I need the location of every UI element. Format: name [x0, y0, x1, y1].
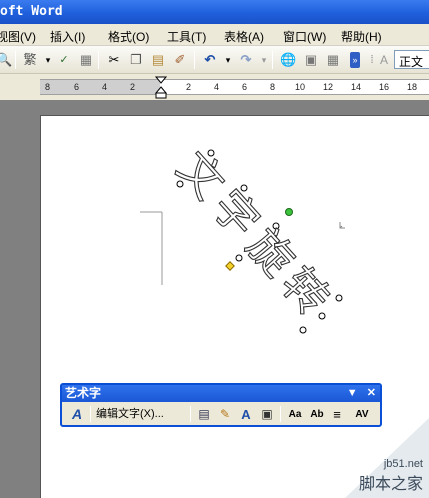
same-letter-heights-icon[interactable]: Aa	[286, 406, 304, 423]
menu-tools[interactable]: 工具(T)	[167, 28, 206, 45]
toolbar-separator	[90, 406, 91, 422]
wordart-toolbar: 艺术字 ▼ ✕ A 编辑文字(X)... ▤ ✎ A ▣ Aa Ab ≡ AV	[60, 383, 382, 427]
watermark: jb51.net 脚本之家	[359, 458, 423, 494]
close-icon[interactable]: ✕	[367, 387, 376, 399]
toolbar-separator	[280, 406, 281, 422]
paste-icon[interactable]: ▤	[150, 52, 166, 68]
paragraph-mark-icon	[339, 222, 345, 229]
ruler-number: 16	[379, 82, 390, 92]
wordart-text: 文字旋转	[167, 142, 344, 331]
horizontal-ruler: 8 6 4 2 2 4 6 8 10 12 14 16 18	[0, 74, 429, 100]
hyperlink-icon[interactable]: 🌐	[280, 52, 296, 68]
adjust-handle[interactable]	[225, 261, 235, 271]
format-wordart-icon[interactable]: ✎	[217, 406, 233, 423]
ruler-number: 2	[130, 82, 136, 92]
format-painter-icon[interactable]: ✐	[172, 52, 188, 68]
menu-window[interactable]: 窗口(W)	[283, 28, 326, 45]
menu-table[interactable]: 表格(A)	[224, 28, 264, 45]
rotate-handle[interactable]	[285, 208, 293, 216]
redo-dropdown-icon[interactable]: ▾	[256, 52, 272, 68]
menu-format[interactable]: 格式(O)	[108, 28, 149, 45]
toolbar-options-icon[interactable]: ▼	[347, 387, 358, 399]
menu-view[interactable]: 视图(V)	[0, 28, 36, 45]
cut-icon[interactable]: ✂	[106, 52, 122, 68]
edit-text-button[interactable]: 编辑文字(X)...	[96, 406, 188, 423]
insert-wordart-icon[interactable]: A	[68, 406, 86, 423]
wordart-object[interactable]: 文字旋转	[166, 142, 344, 332]
menu-bar: 视图(V) 插入(I) 格式(O) 工具(T) 表格(A) 窗口(W) 帮助(H…	[0, 24, 429, 46]
title-bar: oft Word	[0, 0, 429, 24]
style-select[interactable]: 正文	[394, 50, 429, 69]
chinese-convert-dropdown-icon[interactable]: ▾	[40, 52, 56, 68]
toolbar-separator	[15, 51, 16, 69]
styles-icon[interactable]: A	[376, 52, 392, 68]
tables-icon[interactable]: ▣	[303, 52, 319, 68]
ruler-number: 4	[102, 82, 108, 92]
undo-dropdown-icon[interactable]: ▾	[220, 52, 236, 68]
ruler-number: 18	[407, 82, 418, 92]
window-title: oft Word	[0, 4, 63, 19]
toolbar-separator	[98, 51, 99, 69]
spellcheck-icon[interactable]: ✓	[56, 52, 72, 68]
watermark-url: jb51.net	[383, 458, 423, 470]
menu-help[interactable]: 帮助(H)	[341, 28, 382, 45]
menu-insert[interactable]: 插入(I)	[50, 28, 85, 45]
standard-toolbar: 🔍 繁 ▾ ✓ ▦ ✂ ❐ ▤ ✐ ↶ ▾ ↷ ▾ 🌐 ▣ ▦ » ⁞ A 正文	[0, 46, 429, 74]
more-icon[interactable]: »	[350, 52, 360, 68]
alignment-icon[interactable]: ≡	[329, 406, 345, 423]
ruler-number: 2	[186, 82, 192, 92]
toolbar-separator	[194, 51, 195, 69]
preview-icon[interactable]: 🔍	[0, 52, 12, 68]
indent-marker-icon[interactable]	[155, 76, 167, 100]
style-value: 正文	[399, 55, 424, 69]
redo-icon[interactable]: ↷	[238, 52, 254, 68]
wordart-toolbar-titlebar[interactable]: 艺术字 ▼ ✕	[62, 385, 380, 402]
ruler-number: 6	[74, 82, 80, 92]
ruler-number: 6	[242, 82, 248, 92]
ruler-margin	[40, 80, 160, 94]
wordart-shape-icon[interactable]: A	[238, 406, 254, 423]
word-window: oft Word 视图(V) 插入(I) 格式(O) 工具(T) 表格(A) 窗…	[0, 0, 429, 498]
wordart-canvas: 文字旋转	[140, 142, 345, 334]
research-icon[interactable]: ▦	[78, 52, 94, 68]
toolbar-separator	[272, 51, 273, 69]
wordart-toolbar-row: A 编辑文字(X)... ▤ ✎ A ▣ Aa Ab ≡ AV	[62, 403, 380, 425]
ruler-number: 8	[45, 82, 51, 92]
ruler-number: 4	[214, 82, 220, 92]
wordart-gallery-icon[interactable]: ▤	[196, 406, 212, 423]
undo-icon[interactable]: ↶	[202, 52, 218, 68]
insert-table-icon[interactable]: ▦	[325, 52, 341, 68]
margin-corner-mark	[140, 211, 163, 285]
chinese-convert-icon[interactable]: 繁	[22, 52, 38, 68]
text-wrapping-icon[interactable]: ▣	[259, 406, 275, 423]
vertical-text-icon[interactable]: Ab	[309, 406, 325, 423]
ruler-number: 10	[295, 82, 306, 92]
copy-icon[interactable]: ❐	[128, 52, 144, 68]
ruler-number: 14	[351, 82, 362, 92]
ruler-strip[interactable]: 8 6 4 2 2 4 6 8 10 12 14 16 18	[40, 79, 429, 95]
ruler-number: 12	[323, 82, 334, 92]
ruler-number: 8	[270, 82, 276, 92]
watermark-site-name: 脚本之家	[358, 476, 423, 493]
toolbar-separator	[190, 406, 191, 422]
wordart-toolbar-title: 艺术字	[65, 386, 102, 400]
